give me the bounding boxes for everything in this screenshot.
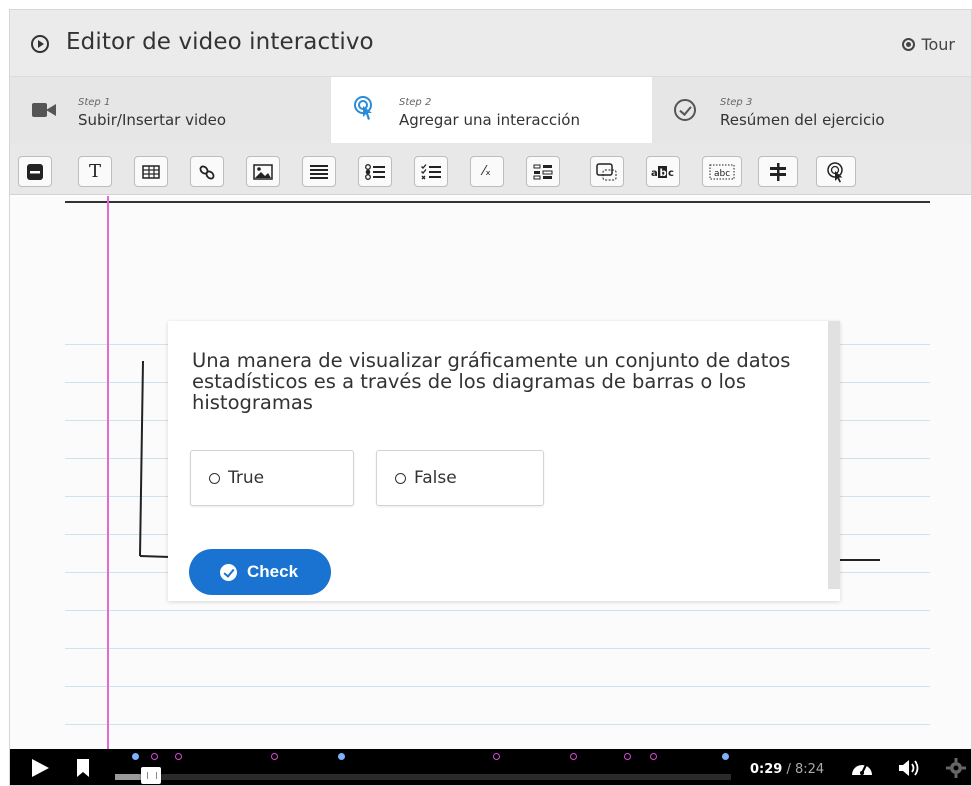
progress-track[interactable] [115,774,731,780]
total-time: 8:24 [795,762,825,777]
editor-header: Editor de video interactivo Tour [10,10,971,77]
option-label: True [228,468,265,488]
statements-button[interactable] [302,156,336,187]
table-button[interactable] [134,156,168,187]
true-false-button[interactable]: ⁄ₓ [470,156,504,187]
interaction-marker[interactable] [493,753,500,760]
true-false-question-card: Una manera de visualizar gráficamente un… [168,321,840,601]
step-number: Step 1 [78,97,111,108]
page-title: Editor de video interactivo [66,29,374,55]
tour-icon [902,38,916,51]
video-stage[interactable]: Una manera de visualizar gráficamente un… [10,196,971,749]
check-label: Check [247,562,299,581]
check-button[interactable]: Check [189,549,331,595]
tour-label: Tour [921,35,955,54]
drag-and-drop-button[interactable] [526,156,560,187]
link-button[interactable] [190,156,224,187]
app-root: Editor de video interactivo Tour Step 1 … [0,0,972,786]
bookmark-marker[interactable] [132,753,139,760]
drag-text-icon: abc [709,164,735,179]
play-circle-icon [31,35,49,53]
interaction-toolbar: T ⁄ₓ a b c abc [10,143,971,195]
volume-icon[interactable] [898,758,922,778]
step-label: Resúmen del ejercicio [720,111,885,129]
step-tabs: Step 1 Subir/Insertar video Step 2 Agreg… [10,77,971,143]
radio-icon [209,472,220,484]
mark-the-words-icon: abc [651,165,674,179]
radio-icon [395,472,406,484]
statements-icon [310,164,328,179]
play-icon[interactable] [30,758,50,778]
step-tab-upload[interactable]: Step 1 Subir/Insertar video [10,77,331,143]
interaction-marker[interactable] [271,753,278,760]
single-choice-button[interactable] [358,156,392,187]
drag-text-button[interactable]: abc [702,156,742,187]
label-button[interactable] [18,156,52,187]
crossroads-icon [596,162,617,180]
step-tab-summary[interactable]: Step 3 Resúmen del ejercicio [652,77,971,143]
card-scrollbar[interactable] [828,321,840,589]
image-icon [253,163,273,180]
svg-text:c: c [668,168,674,179]
text-button[interactable]: T [78,156,112,187]
playback-speed-icon[interactable] [850,758,874,778]
option-false[interactable]: False [376,450,544,506]
svg-text:a: a [651,168,658,179]
progress-thumb[interactable] [141,767,161,784]
interaction-marker[interactable] [650,753,657,760]
step-label: Subir/Insertar video [78,111,227,129]
current-time: 0:29 [750,762,783,777]
interaction-marker[interactable] [624,753,631,760]
bookmark-icon[interactable] [76,758,90,778]
time-separator: / [782,762,795,777]
option-true[interactable]: True [190,450,354,506]
interaction-marker[interactable] [151,753,158,760]
single-choice-icon [365,163,385,180]
goto-button[interactable] [816,156,856,187]
navigation-hotspot-button[interactable] [758,156,798,187]
label-icon [27,163,43,180]
interaction-marker[interactable] [570,753,577,760]
bookmark-marker[interactable] [722,753,729,760]
drag-and-drop-icon [533,164,553,179]
check-circle-icon [674,99,696,121]
tour-link[interactable]: Tour [902,35,955,54]
text-icon: T [88,161,101,182]
crossroads-button[interactable] [590,156,624,187]
step-number: Step 2 [399,97,432,108]
time-display: 0:29 / 8:24 [750,762,824,777]
video-player-controls: 0:29 / 8:24 [10,749,971,785]
settings-gear-icon[interactable] [946,758,966,778]
bookmark-marker[interactable] [338,753,345,760]
step-label: Agregar una interacción [399,111,580,129]
step-tab-interaction[interactable]: Step 2 Agregar una interacción [331,77,652,143]
interaction-marker[interactable] [175,753,182,760]
interaction-pointer-icon [354,96,372,120]
editor-frame: Editor de video interactivo Tour Step 1 … [9,9,972,786]
svg-text:abc: abc [714,169,730,179]
step-number: Step 3 [720,97,753,108]
check-circle-icon [220,563,237,581]
multiple-choice-icon [421,163,441,179]
navigation-hotspot-icon [770,162,786,181]
link-icon [199,165,215,179]
goto-icon [827,161,843,182]
svg-text:b: b [660,168,667,179]
option-label: False [414,468,457,488]
video-camera-icon [32,101,56,119]
mark-the-words-button[interactable]: abc [646,156,680,187]
question-text: Una manera de visualizar gráficamente un… [192,349,791,414]
multiple-choice-button[interactable] [414,156,448,187]
image-button[interactable] [246,156,280,187]
table-icon [142,164,160,179]
true-false-icon: ⁄ₓ [483,164,491,179]
